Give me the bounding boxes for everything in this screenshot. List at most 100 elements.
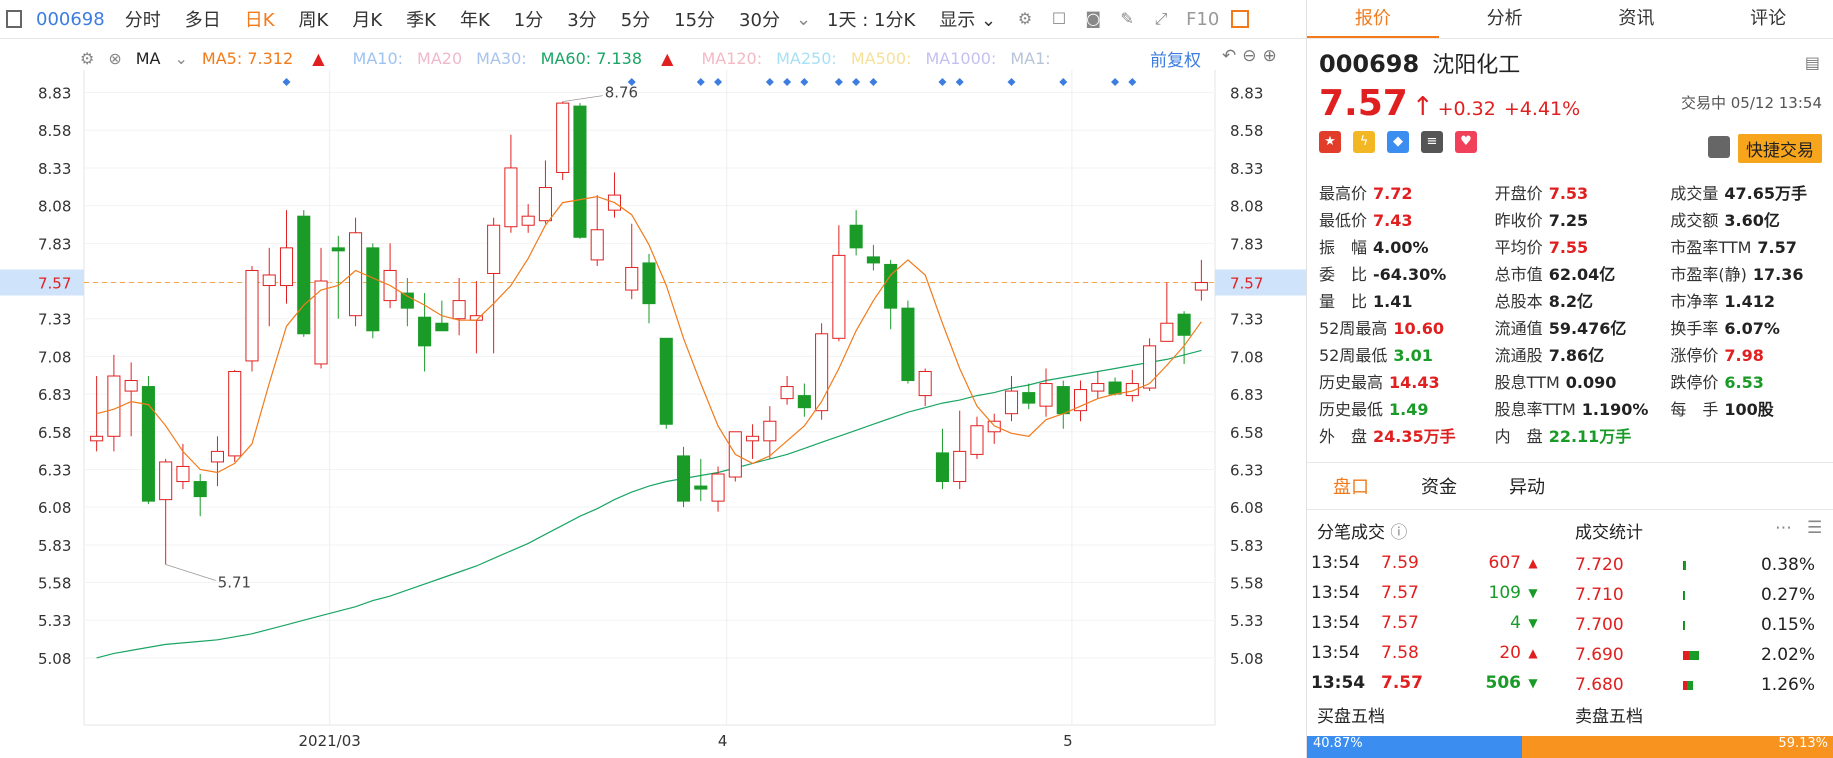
y-tick-label-right: 5.08 [1230,650,1263,668]
tick-price: 7.57 [1381,673,1423,693]
quote-cell: 每 手 100股 [1658,396,1833,420]
period-9[interactable]: 5分 [609,6,662,32]
period-1[interactable]: 多日 [173,6,233,32]
list-icon[interactable]: ☰ [1807,518,1822,538]
candle-body [279,247,294,287]
quote-cell: 市净率 1.412 [1658,288,1833,312]
stat-bar-container [1683,555,1743,575]
quote-value: 22.11万手 [1548,426,1632,446]
display-menu[interactable]: 显示 ⌄ [927,6,1008,32]
interval-select[interactable]: 1天 : 1分K [815,6,927,32]
stat-bar [1683,681,1694,690]
square-icon[interactable]: ☐ [1050,10,1068,28]
help-icon[interactable]: ⓘ [1390,523,1407,543]
quote-cell: 52周最高 10.60 [1307,315,1483,339]
sidebar-toggle-icon[interactable] [6,10,22,28]
ma-dropdown-icon[interactable]: ⌄ [175,49,188,68]
stat-pct: 2.02% [1760,645,1815,665]
down-triangle-icon: ▼ [1528,616,1538,630]
y-tick-label-left: 7.33 [38,311,71,329]
event-marker-icon [783,78,792,86]
candle-body [297,215,311,335]
candle-body [107,375,121,437]
quote-row: 52周最高 10.60 流通值 59.476亿 换手率 6.07% [1307,313,1833,340]
flag-icon[interactable]: ★ [1319,131,1341,153]
candle-body [124,380,138,392]
period-8[interactable]: 3分 [555,6,608,32]
event-marker-icon [852,78,861,86]
tag-icon[interactable]: ◆ [1387,131,1409,153]
ticks-title: 分笔成交 ⓘ [1317,523,1408,543]
close-icon[interactable]: ⊗ [108,49,121,68]
tab-news[interactable]: 资讯 [1571,0,1703,38]
tick-time: 13:54 [1311,673,1366,693]
period-4[interactable]: 月K [340,6,394,32]
candle-body [659,337,673,425]
quote-row: 历史最高 14.43 股息TTM 0.090 跌停价 6.53 [1307,367,1833,394]
quote-value: 1.412 [1724,291,1775,311]
heart-icon[interactable]: ♥ [1455,131,1477,153]
y-tick-label-left: 6.33 [38,461,71,479]
more-icon[interactable]: ⋯ [1775,518,1792,538]
tab-quote[interactable]: 报价 [1307,0,1439,38]
panel-toggle-icon[interactable] [1231,10,1250,28]
menu-icon[interactable]: ▤ [1805,53,1820,72]
stat-bar-container [1683,675,1743,695]
quote-cell: 市盈率TTM 7.57 [1658,234,1833,258]
camera-icon[interactable]: ◙ [1084,10,1102,28]
period-3[interactable]: 周K [287,6,341,32]
candle-body [711,473,725,502]
tab-analysis[interactable]: 分析 [1439,0,1571,38]
tick-row: 13:54 7.58 20 ▲ [1307,638,1547,668]
candle-body [400,292,414,309]
tick-price: 7.57 [1381,583,1419,603]
candle-body [797,395,811,409]
high-annotation: 8.76 [605,84,638,102]
stat-bar [1683,591,1686,600]
candle-body [1160,322,1174,342]
price-change-pct: +4.41% [1503,98,1581,120]
candle-body [418,316,432,347]
period-10[interactable]: 15分 [662,6,727,32]
ma-label[interactable]: MA [136,49,161,68]
low-annot-line [165,564,216,581]
event-marker-icon [938,78,947,86]
candlestick-chart[interactable]: 8.83 8.83 8.58 8.58 8.33 8.33 8.08 8.08 7.83 7.83… [0,70,1306,750]
quote-cell: 流通值 59.476亿 [1483,315,1659,339]
stat-pct: 0.27% [1760,585,1815,605]
period-11[interactable]: 30分 [727,6,792,32]
period-0[interactable]: 分时 [113,6,173,32]
period-6[interactable]: 年K [448,6,502,32]
y-tick-label-left: 6.58 [38,424,71,442]
y-tick-label-right: 8.33 [1230,160,1263,178]
period-dropdown-icon[interactable]: ⌄ [792,9,815,30]
quick-trade-button[interactable]: 快捷交易 [1738,134,1822,163]
period-2[interactable]: 日K [233,6,287,32]
stat-row: 7.680 1.26% [1575,670,1825,700]
period-5[interactable]: 季K [394,6,448,32]
stat-pct: 0.38% [1760,555,1815,575]
bell-icon[interactable] [1708,136,1730,158]
chart-zoom-controls[interactable]: ↶⊖⊕ [1222,46,1283,66]
expand-icon[interactable]: ⤢ [1152,10,1170,28]
tick-time: 13:54 [1311,643,1360,663]
candle-body [245,269,259,362]
subtab-fund[interactable]: 资金 [1395,473,1483,499]
quote-tabs: 报价 分析 资讯 评论 [1307,0,1833,39]
ma5-label: MA5: 7.312 ▲ [201,48,325,68]
candle-body [262,274,276,287]
gear-icon[interactable]: ⚙ [1016,10,1034,28]
subtab-orderbook[interactable]: 盘口 [1307,473,1395,499]
ma-legend: ⚙ ⊗ MA ⌄ MA5: 7.312 ▲ MA10: MA20 MA30: M… [80,46,1065,70]
subtab-alerts[interactable]: 异动 [1483,473,1571,499]
adjust-select[interactable]: 前复权 [1150,46,1201,71]
f10-button[interactable]: F10 [1178,9,1227,30]
period-7[interactable]: 1分 [502,6,555,32]
settings-icon[interactable]: ⚙ [80,49,94,68]
tick-time: 13:54 [1311,613,1360,633]
tab-comments[interactable]: 评论 [1702,0,1833,38]
lightning-icon[interactable]: ϟ [1353,131,1375,153]
stock-code[interactable]: 000698 [32,9,113,30]
document-icon[interactable]: ≡ [1421,131,1443,153]
pencil-icon[interactable]: ✎ [1118,10,1136,28]
